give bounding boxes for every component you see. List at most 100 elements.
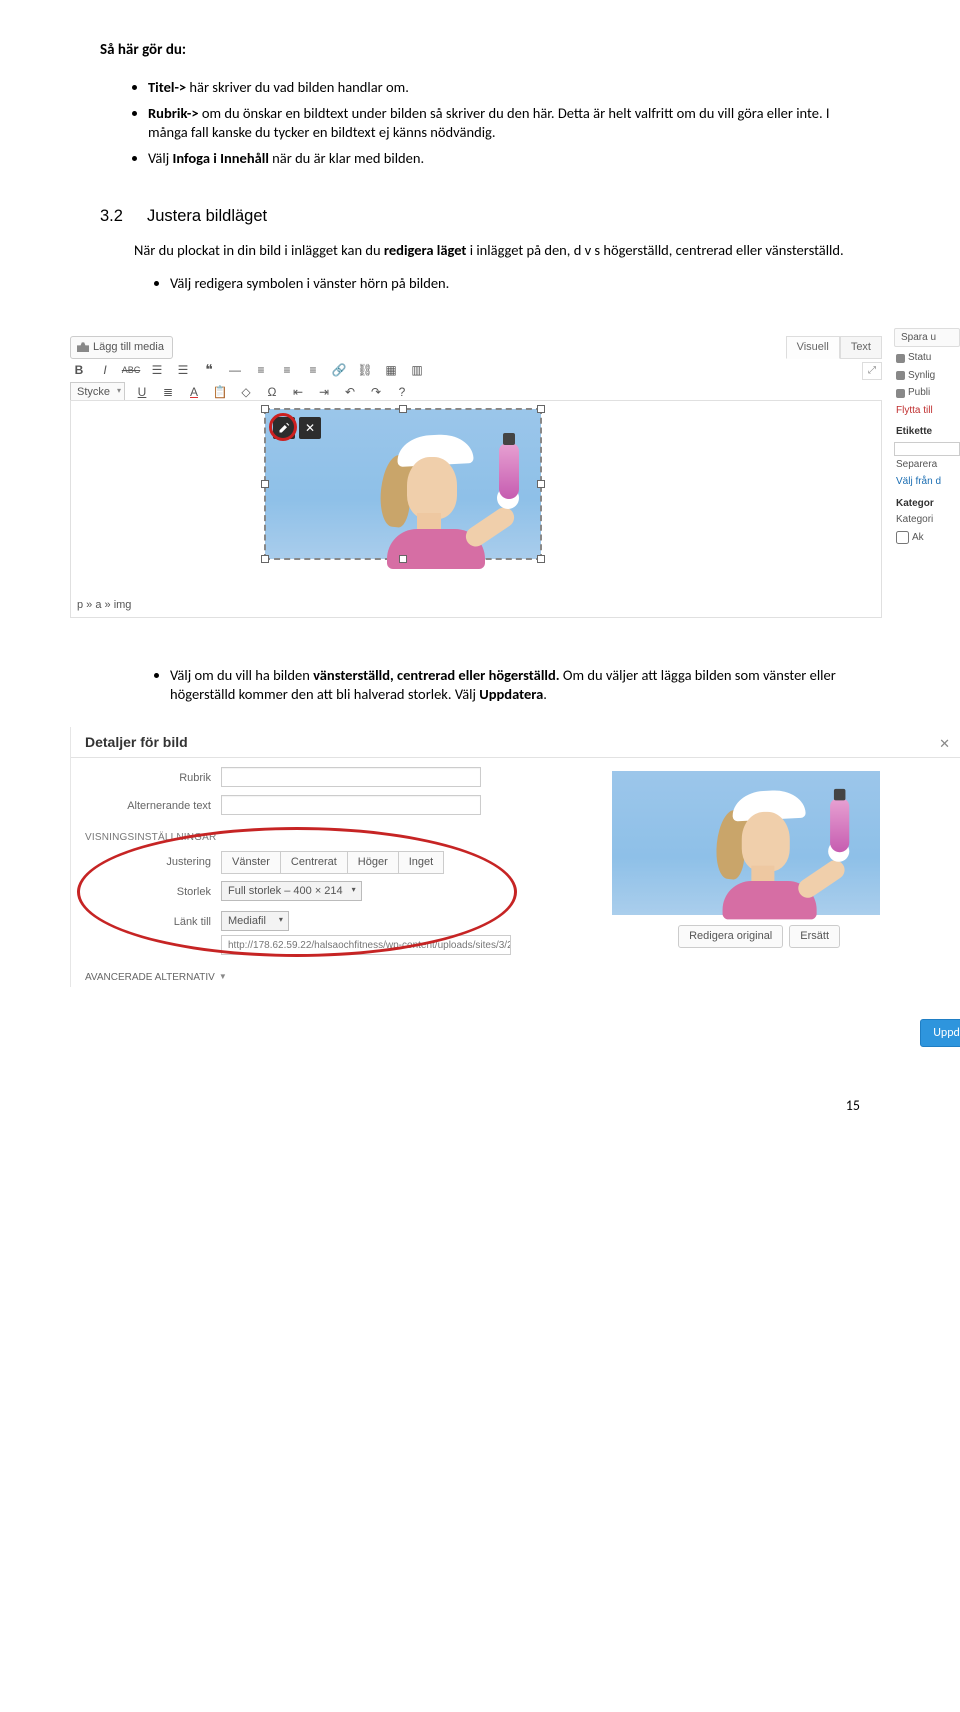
update-button[interactable]: Uppdatera <box>920 1019 960 1047</box>
preview-buttons: Redigera original Ersätt <box>678 925 840 948</box>
align-center-button[interactable]: ≡ <box>278 361 296 379</box>
tags-input[interactable] <box>894 442 960 456</box>
tab-visual[interactable]: Visuell <box>786 336 840 359</box>
label-rubrik: Rubrik-> <box>148 104 202 122</box>
add-media-button[interactable]: Lägg till media <box>70 336 173 359</box>
justify-none-button[interactable]: Inget <box>399 851 444 874</box>
text-bold: Uppdatera <box>479 685 543 703</box>
clear-button[interactable]: ◇ <box>237 383 255 401</box>
italic-button[interactable]: I <box>96 361 114 379</box>
tags-heading: Etikette <box>894 425 960 439</box>
justify-center-button[interactable]: Centrerat <box>281 851 348 874</box>
linkto-select[interactable]: Mediafil <box>221 911 289 931</box>
label-title: Titel-> <box>148 78 189 96</box>
indent-button[interactable]: ⇥ <box>315 383 333 401</box>
outdent-button[interactable]: ⇤ <box>289 383 307 401</box>
replace-button[interactable]: Ersätt <box>789 925 840 948</box>
categories-heading: Kategor <box>894 497 960 511</box>
strike-button[interactable]: ABC <box>122 361 140 379</box>
close-dialog-button[interactable]: ✕ <box>939 735 950 753</box>
inserted-image[interactable]: ✕ <box>265 409 541 559</box>
editor-tabs: Visuell Text <box>786 336 882 359</box>
list-item: Välj om du vill ha bilden vänsterställd,… <box>170 666 860 705</box>
calendar-icon <box>896 389 905 398</box>
text: Välj om du vill ha bilden <box>170 666 313 684</box>
eye-icon <box>896 371 905 380</box>
visibility-row: Synlig <box>894 369 960 383</box>
more-button[interactable]: ▦ <box>382 361 400 379</box>
heading-3-2: 3.2 Justera bildläget <box>100 205 860 227</box>
screenshot-editor: Lägg till media Visuell Text B I ABC ☰ ☰… <box>70 316 960 636</box>
undo-button[interactable]: ↶ <box>341 383 359 401</box>
specialchar-button[interactable]: Ω <box>263 383 281 401</box>
label-size: Storlek <box>91 885 211 900</box>
align-left-button[interactable]: ≡ <box>252 361 270 379</box>
preview-image <box>612 771 880 915</box>
list-item: Rubrik-> om du önskar en bildtext under … <box>148 104 860 143</box>
label-linkto: Länk till <box>91 915 211 930</box>
unlink-button[interactable]: ⛓ <box>356 361 374 379</box>
textcolor-button[interactable]: A <box>185 383 203 401</box>
heading-title: Justera bildläget <box>147 205 267 227</box>
save-draft-button[interactable]: Spara u <box>894 328 960 348</box>
text: i inlägget på den, d v s högerställd, ce… <box>466 241 843 259</box>
pin-icon <box>896 354 905 363</box>
hr-button[interactable]: — <box>226 361 244 379</box>
instruction-list-1: Titel-> här skriver du vad bilden handla… <box>100 78 860 168</box>
quote-button[interactable]: ❝ <box>200 361 218 379</box>
justify-button[interactable]: ≣ <box>159 383 177 401</box>
alt-input[interactable] <box>221 795 481 815</box>
label-alt: Alternerande text <box>91 799 211 814</box>
choose-tags-link[interactable]: Välj från d <box>894 475 960 489</box>
edit-image-button[interactable] <box>273 417 295 439</box>
edit-original-button[interactable]: Redigera original <box>678 925 783 948</box>
link-button[interactable]: 🔗 <box>330 361 348 379</box>
trash-link[interactable]: Flytta till <box>894 404 960 418</box>
redo-button[interactable]: ↷ <box>367 383 385 401</box>
text: Välj <box>148 149 172 167</box>
ul-button[interactable]: ☰ <box>148 361 166 379</box>
camera-icon <box>77 342 89 352</box>
underline-button[interactable]: U <box>133 383 151 401</box>
advanced-toggle[interactable]: AVANCERADE ALTERNATIV ▼ <box>85 971 227 985</box>
add-media-label: Lägg till media <box>93 340 164 355</box>
remove-image-button[interactable]: ✕ <box>299 417 321 439</box>
instruction-list-2: Välj redigera symbolen i vänster hörn på… <box>100 274 860 294</box>
justify-right-button[interactable]: Höger <box>348 851 399 874</box>
chevron-down-icon: ▼ <box>219 972 227 983</box>
label-rubrik: Rubrik <box>91 771 211 786</box>
close-icon: ✕ <box>305 420 315 436</box>
text: . <box>543 685 547 703</box>
status-row: Statu <box>894 351 960 365</box>
sidebar-partial: Spara u Statu Synlig Publi Flytta till E… <box>894 328 960 549</box>
tab-text[interactable]: Text <box>840 336 882 359</box>
help-button[interactable]: ? <box>393 383 411 401</box>
size-select[interactable]: Full storlek – 400 × 214 <box>221 881 362 901</box>
rubrik-input[interactable] <box>221 767 481 787</box>
element-path[interactable]: p » a » img <box>77 598 131 613</box>
paste-button[interactable]: 📋 <box>211 383 229 401</box>
justify-group: Vänster Centrerat Höger Inget <box>221 851 444 874</box>
text: här skriver du vad bilden handlar om. <box>189 78 409 96</box>
text: om du önskar en bildtext under bilden så… <box>148 104 830 142</box>
label-justify: Justering <box>91 855 211 870</box>
ol-button[interactable]: ☰ <box>174 361 192 379</box>
justify-left-button[interactable]: Vänster <box>221 851 281 874</box>
url-input[interactable]: http://178.62.59.22/halsaochfitness/wp-c… <box>221 935 511 955</box>
text-bold: redigera läget <box>384 241 467 259</box>
editor-toolbar: Lägg till media Visuell Text B I ABC ☰ ☰… <box>70 336 882 398</box>
label-infoga: Infoga i Innehåll <box>172 149 268 167</box>
pencil-icon <box>278 422 290 434</box>
text: när du är klar med bilden. <box>269 149 424 167</box>
category-checkbox[interactable] <box>896 531 909 544</box>
instruction-list-3: Välj om du vill ha bilden vänsterställd,… <box>100 666 860 705</box>
categories-sub: Kategori <box>894 513 960 527</box>
bold-button[interactable]: B <box>70 361 88 379</box>
align-right-button[interactable]: ≡ <box>304 361 322 379</box>
fullscreen-button[interactable]: ⤢ <box>862 362 882 380</box>
publish-row: Publi <box>894 386 960 400</box>
text: När du plockat in din bild i inlägget ka… <box>134 241 384 259</box>
editor-canvas[interactable]: ✕ p » a » img <box>70 400 882 618</box>
paragraph-intro: När du plockat in din bild i inlägget ka… <box>134 241 860 261</box>
toggle-button[interactable]: ▥ <box>408 361 426 379</box>
